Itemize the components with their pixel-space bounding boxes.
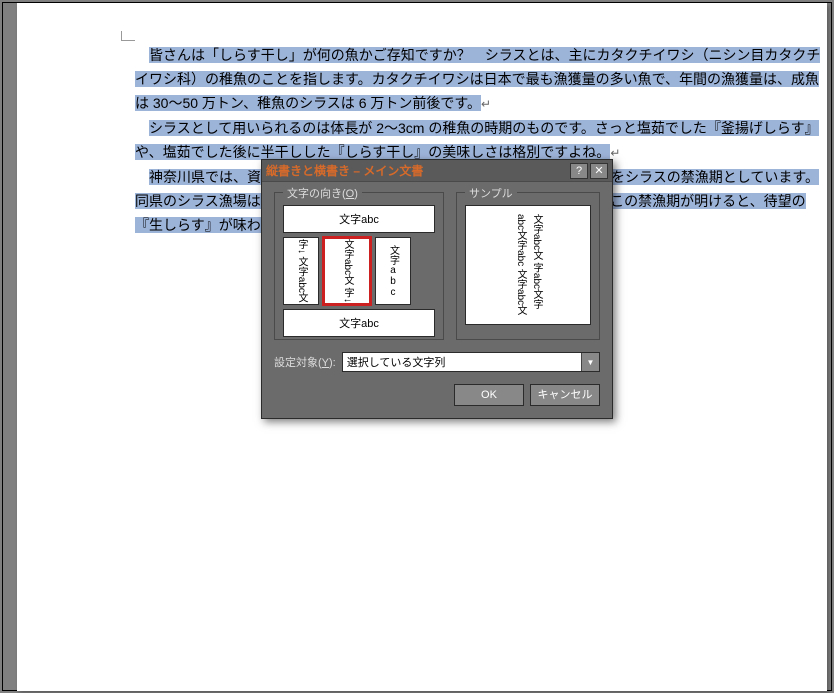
sample-preview: 文字abc文 字abc文字 abc文字abc 文字abc文: [465, 205, 591, 325]
dialog-title: 縦書きと横書き – メイン文書: [266, 162, 568, 179]
orient-vertical-center[interactable]: 文字abc文 字↓: [323, 237, 371, 305]
close-button[interactable]: ✕: [590, 163, 608, 179]
orient-horizontal[interactable]: 文字abc: [283, 205, 435, 233]
sample-legend: サンプル: [465, 185, 517, 201]
cancel-button[interactable]: キャンセル: [530, 384, 600, 406]
text-direction-dialog: 縦書きと横書き – メイン文書 ? ✕ 文字の向き(O) 文字abc: [261, 159, 613, 419]
paragraph-mark: ↵: [481, 97, 491, 111]
dialog-titlebar[interactable]: 縦書きと横書き – メイン文書 ? ✕: [262, 160, 612, 182]
orient-horizontal-rotated[interactable]: 文字abc: [283, 309, 435, 337]
sample-group: サンプル 文字abc文 字abc文字 abc文字abc 文字abc文: [456, 192, 600, 340]
apply-target-value: 選択している文字列: [347, 354, 446, 370]
paragraph-mark: ↵: [610, 146, 620, 160]
selected-text[interactable]: 皆さんは「しらす干し」が何の魚かご存知ですか？ シラスとは、主にカタクチイワシ（…: [135, 47, 820, 111]
apply-target-label: 設定対象(Y):: [274, 354, 336, 370]
app-frame: 皆さんは「しらす干し」が何の魚かご存知ですか？ シラスとは、主にカタクチイワシ（…: [2, 2, 832, 691]
chevron-down-icon[interactable]: ▼: [581, 353, 599, 371]
help-button[interactable]: ?: [570, 163, 588, 179]
orientation-legend: 文字の向き(O): [283, 185, 362, 201]
orientation-group: 文字の向き(O) 文字abc 字↓ 文字abc文 文字abc文 字↓: [274, 192, 444, 340]
selected-text[interactable]: シラスとして用いられるのは体長が 2〜3cm の稚魚の時期のものです。さっと塩茹…: [135, 120, 819, 160]
dialog-body: 文字の向き(O) 文字abc 字↓ 文字abc文 文字abc文 字↓: [262, 182, 612, 418]
ruler-indent-marker[interactable]: [121, 31, 135, 41]
ok-button[interactable]: OK: [454, 384, 524, 406]
orient-vertical-right[interactable]: 文字abc: [375, 237, 411, 305]
orient-vertical-left[interactable]: 字↓ 文字abc文: [283, 237, 319, 305]
apply-target-combo[interactable]: 選択している文字列 ▼: [342, 352, 600, 372]
